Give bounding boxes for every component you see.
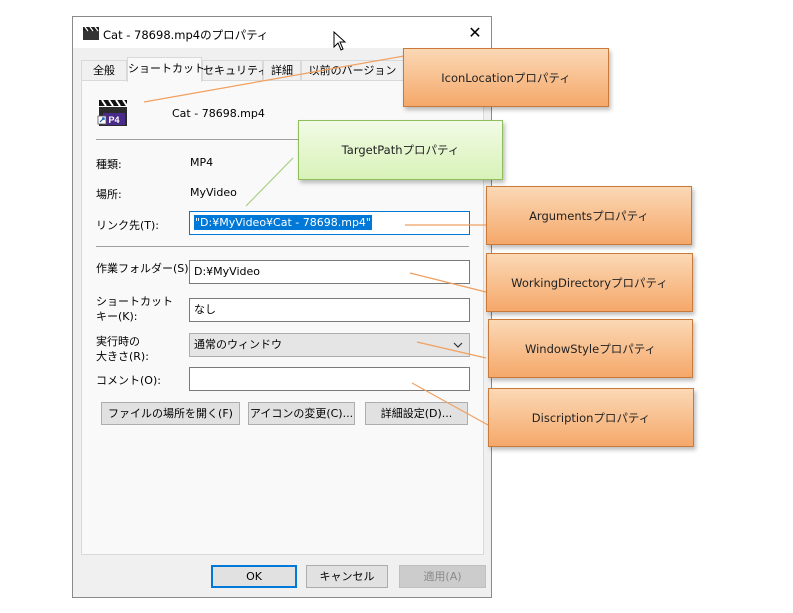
shortcutkey-label-2: キー(K):	[96, 310, 138, 323]
tab-label: ショートカット	[128, 62, 205, 75]
open-file-location-button[interactable]: ファイルの場所を開く(F)	[101, 402, 240, 425]
tab-label: 全般	[93, 64, 115, 77]
video-clapper-icon	[83, 27, 99, 40]
callout-text: Argumentsプロパティ	[529, 208, 649, 223]
shortcutkey-input[interactable]: なし	[189, 298, 470, 322]
tab-label: セキュリティ	[203, 64, 269, 77]
type-value: MP4	[190, 156, 214, 169]
tab-general[interactable]: 全般	[81, 60, 127, 80]
button-label: OK	[246, 570, 262, 583]
run-label-2: 大きさ(R):	[96, 350, 149, 363]
tab-shortcut[interactable]: ショートカット	[127, 57, 205, 82]
callout-working-directory: WorkingDirectoryプロパティ	[486, 253, 693, 312]
chevron-down-icon	[453, 342, 463, 348]
mp4-badge-text: P4	[108, 115, 119, 125]
mouse-cursor-icon	[333, 31, 347, 51]
callout-window-style: WindowStyleプロパティ	[488, 319, 693, 378]
location-value: MyVideo	[190, 186, 237, 199]
mp4-shortcut-icon: P4	[97, 99, 128, 126]
button-label: 詳細設定(D)...	[380, 407, 453, 420]
tab-label: 詳細	[271, 64, 293, 77]
callout-text: IconLocationプロパティ	[441, 70, 571, 85]
workdir-label: 作業フォルダー(S):	[96, 262, 193, 275]
tab-security[interactable]: セキュリティ	[202, 60, 268, 80]
callout-text: Discriptionプロパティ	[531, 410, 651, 425]
button-label: ファイルの場所を開く(F)	[108, 407, 233, 420]
comment-input[interactable]	[189, 367, 470, 391]
target-label: リンク先(T):	[96, 219, 160, 232]
callout-target-path: TargetPathプロパティ	[298, 120, 503, 180]
apply-button[interactable]: 適用(A)	[399, 565, 486, 588]
callout-text: TargetPathプロパティ	[341, 143, 460, 157]
close-button[interactable]: ✕	[463, 21, 487, 45]
workdir-input[interactable]: D:¥MyVideo	[189, 260, 470, 284]
button-label: アイコンの変更(C)...	[249, 407, 354, 420]
target-input[interactable]: "D:¥MyVideo¥Cat - 78698.mp4"	[189, 211, 470, 235]
location-label: 場所:	[96, 188, 122, 201]
change-icon-button[interactable]: アイコンの変更(C)...	[248, 402, 355, 425]
workdir-value: D:¥MyVideo	[194, 265, 260, 278]
separator	[96, 246, 469, 247]
target-value: "D:¥MyVideo¥Cat - 78698.mp4"	[194, 215, 372, 230]
close-icon: ✕	[468, 23, 482, 42]
tab-previous-versions[interactable]: 以前のバージョン	[301, 60, 404, 80]
type-label: 種類:	[96, 158, 122, 171]
callout-text: WorkingDirectoryプロパティ	[511, 275, 668, 290]
file-name: Cat - 78698.mp4	[172, 107, 265, 120]
title-bar[interactable]: Cat - 78698.mp4のプロパティ ✕	[73, 17, 491, 48]
run-select-value: 通常のウィンドウ	[194, 338, 282, 351]
button-label: キャンセル	[319, 570, 375, 583]
tab-label: 以前のバージョン	[308, 64, 397, 77]
ok-button[interactable]: OK	[211, 565, 297, 588]
callout-icon-location: IconLocationプロパティ	[403, 48, 609, 107]
callout-text: WindowStyleプロパティ	[524, 341, 657, 356]
advanced-button[interactable]: 詳細設定(D)...	[365, 402, 468, 425]
cancel-button[interactable]: キャンセル	[306, 565, 388, 588]
callout-arguments: Argumentsプロパティ	[486, 186, 692, 245]
shortcutkey-label: ショートカット	[96, 295, 173, 308]
run-select[interactable]: 通常のウィンドウ	[189, 333, 470, 357]
tab-details[interactable]: 詳細	[263, 60, 301, 80]
run-label: 実行時の	[96, 335, 140, 348]
window-title: Cat - 78698.mp4のプロパティ	[103, 28, 269, 42]
callout-description: Discriptionプロパティ	[488, 388, 694, 447]
comment-label: コメント(O):	[96, 374, 161, 387]
shortcutkey-value: なし	[194, 303, 216, 316]
button-label: 適用(A)	[423, 570, 462, 583]
